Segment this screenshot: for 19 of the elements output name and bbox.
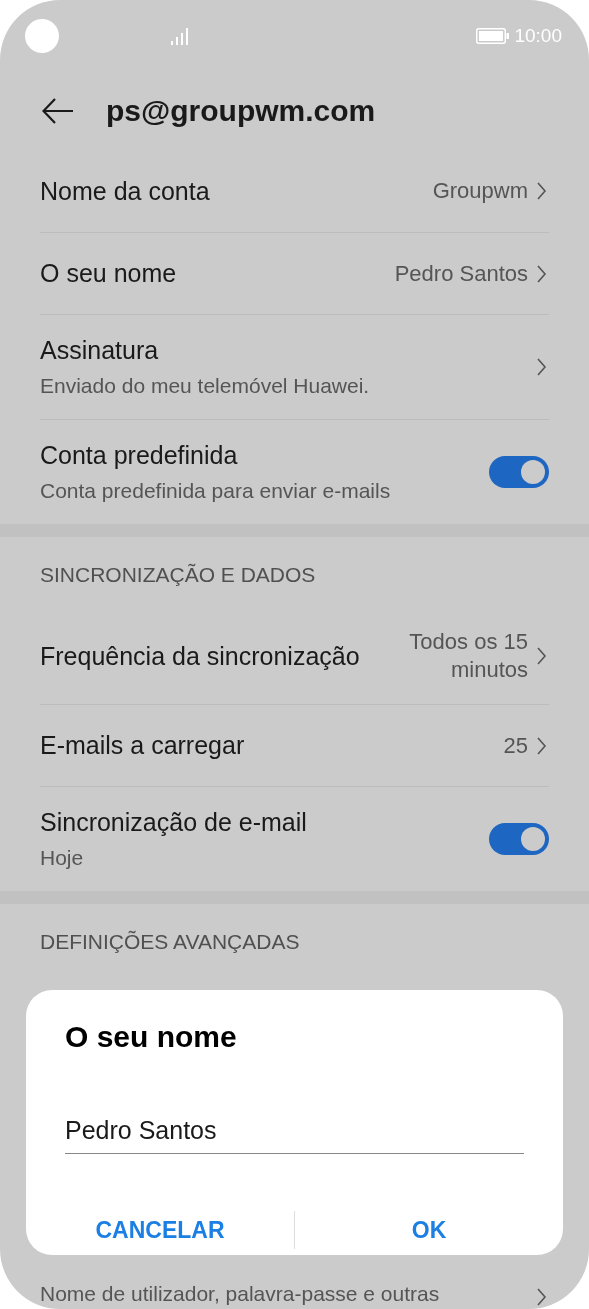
- row-title: Nome da conta: [40, 175, 211, 207]
- dialog-title: O seu nome: [65, 1020, 238, 1054]
- row-value: Todos os 15 minutos: [408, 628, 528, 684]
- row-value: Groupwm: [432, 177, 528, 205]
- row-value: Pedro Santos: [394, 259, 528, 288]
- row-title: Conta predefinida: [40, 440, 239, 471]
- row-value: 25: [503, 731, 528, 760]
- page-title: ps@groupwm.com: [106, 94, 376, 128]
- row-title: Sincronização de e-mail: [40, 807, 308, 838]
- row-subtitle: Nome de utilizador, palavra-passe e outras: [40, 1281, 441, 1307]
- row-subtitle: Hoje: [40, 845, 85, 871]
- section-header: DEFINIÇÕES AVANÇADAS: [40, 929, 301, 955]
- row-title: Assinatura: [40, 335, 160, 366]
- section-header: SINCRONIZAÇÃO E DADOS: [40, 562, 317, 588]
- row-title: O seu nome: [40, 258, 178, 289]
- row-title: E-mails a carregar: [40, 730, 246, 761]
- row-subtitle: Enviado do meu telemóvel Huawei.: [40, 373, 371, 399]
- row-subtitle: Conta predefinida para enviar e-mails: [40, 478, 392, 504]
- row-title: Frequência da sincronização: [40, 640, 361, 672]
